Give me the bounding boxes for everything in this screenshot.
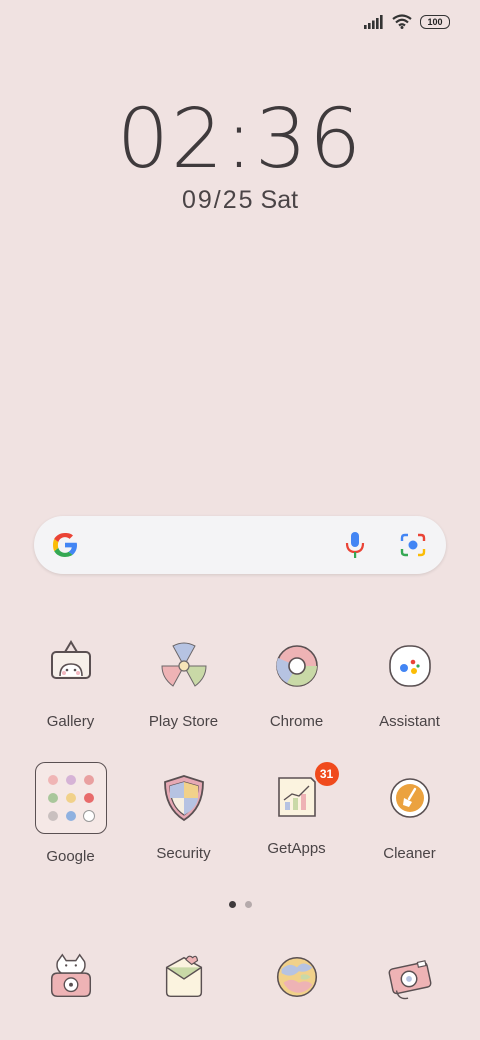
app-security[interactable]: Security: [127, 770, 240, 865]
messages-icon: [165, 955, 202, 998]
cleaner-icon: [389, 778, 430, 818]
page-dot-2[interactable]: [244, 901, 252, 908]
folder-icon: [34, 762, 107, 834]
phone-icon: [50, 953, 91, 998]
app-label: Chrome: [269, 713, 324, 730]
app-label: Assistant: [379, 713, 440, 730]
dock-phone[interactable]: [14, 950, 127, 1009]
security-icon: [163, 775, 204, 822]
dock-browser[interactable]: [240, 950, 353, 1009]
getapps-icon-wrap: 31: [269, 762, 339, 826]
app-label: Google: [46, 848, 95, 865]
google-g-icon: [53, 533, 77, 557]
assistant-icon: [388, 645, 431, 687]
app-getapps[interactable]: 31 GetApps: [240, 762, 353, 865]
page-indicator[interactable]: [0, 901, 480, 908]
mic-icon[interactable]: [344, 531, 366, 559]
gallery-icon: [50, 640, 91, 679]
google-search-bar[interactable]: [34, 516, 446, 574]
app-play-store[interactable]: Play Store: [127, 638, 240, 730]
battery-icon: 100: [420, 14, 450, 29]
page-dot-1[interactable]: [228, 901, 236, 908]
wifi-icon: [392, 14, 412, 29]
clock-time[interactable]: 02:36: [0, 92, 480, 187]
app-row-2: Google Security 31 GetApps Cleaner: [14, 762, 466, 865]
dock: [14, 950, 466, 1009]
app-assistant[interactable]: Assistant: [353, 638, 466, 730]
folder-google[interactable]: Google: [14, 762, 127, 865]
app-label: Play Store: [148, 713, 219, 730]
status-bar: 100: [364, 14, 450, 29]
date-text: 09/25: [181, 186, 255, 214]
app-gallery[interactable]: Gallery: [14, 638, 127, 730]
clock-date[interactable]: 09/25 Sat: [0, 186, 480, 215]
app-chrome[interactable]: Chrome: [240, 638, 353, 730]
app-label: Security: [156, 845, 211, 862]
app-label: GetApps: [267, 840, 326, 857]
app-label: Cleaner: [383, 845, 436, 862]
signal-icon: [364, 14, 383, 29]
dock-camera[interactable]: [353, 950, 466, 1009]
app-row-1: Gallery Play Store Chrome Assistant: [14, 638, 466, 730]
weekday-text: Sat: [260, 186, 299, 214]
app-cleaner[interactable]: Cleaner: [353, 770, 466, 865]
browser-icon: [276, 956, 317, 998]
dock-messages[interactable]: [127, 950, 240, 1009]
chrome-icon: [275, 645, 318, 687]
notification-badge: 31: [314, 762, 339, 786]
play-store-icon: [160, 642, 207, 687]
app-label: Gallery: [46, 713, 95, 730]
lens-icon[interactable]: [400, 533, 426, 557]
camera-icon: [388, 960, 431, 1000]
